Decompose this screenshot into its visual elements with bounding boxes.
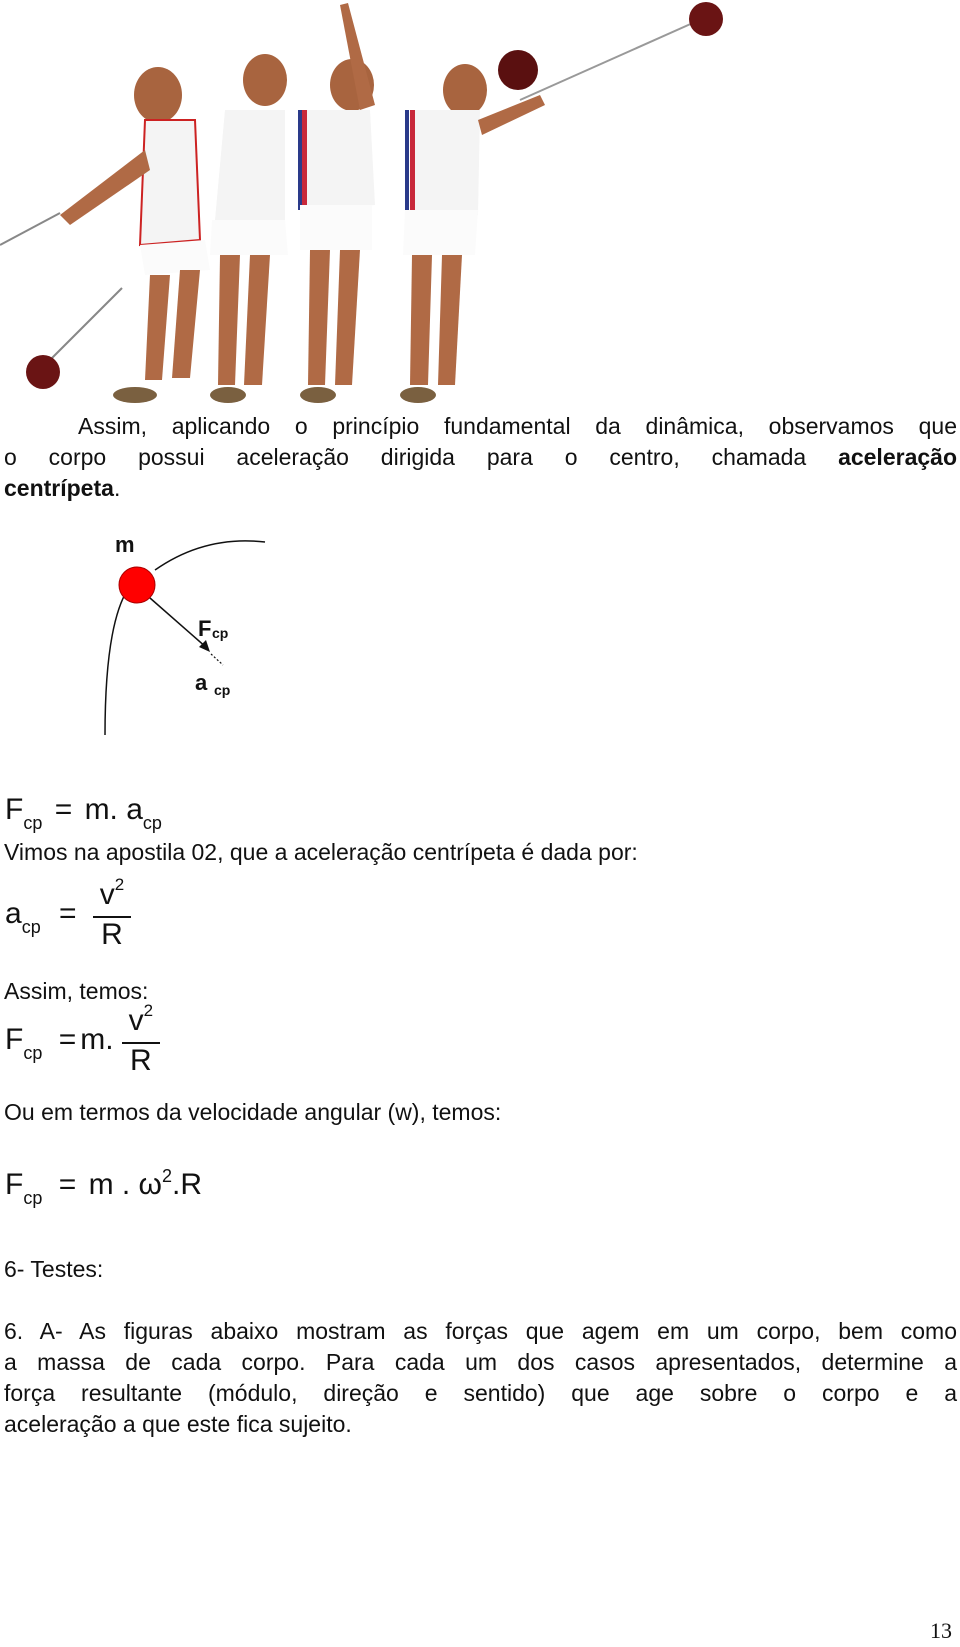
force-subscript: cp	[212, 625, 228, 641]
eq-symbol: a	[5, 896, 22, 930]
hammer-ball	[689, 2, 723, 36]
period: .	[113, 475, 121, 501]
section-heading-testes: 6- Testes:	[4, 1256, 104, 1282]
eq-numerator: v2	[128, 1001, 154, 1037]
eq-fraction: v2 R	[92, 875, 131, 952]
bold-term: aceleração	[838, 444, 957, 470]
equation-centripetal-force-angular: Fcp = m . ω2.R	[5, 1166, 202, 1208]
eq-equals: =	[58, 1168, 77, 1201]
eq-equals: =	[58, 1022, 77, 1056]
accel-label: a	[195, 670, 208, 695]
intro-line-2: o corpo possui aceleração dirigida para …	[4, 442, 957, 473]
athlete-figure	[298, 3, 375, 403]
eq-symbol: F	[5, 1168, 24, 1201]
text-velocidade-angular: Ou em termos da velocidade angular (w), …	[4, 1099, 502, 1125]
circular-path	[154, 540, 266, 571]
eq-subscript: cp	[21, 916, 41, 937]
hammer-throw-photo	[0, 2, 723, 403]
eq-equals: =	[59, 896, 77, 930]
question-line-4: aceleração a que este fica sujeito.	[4, 1411, 352, 1437]
eq-denominator: R	[130, 1044, 152, 1077]
eq-subscript: cp	[23, 813, 43, 833]
intro-line-3: centrípeta.	[4, 473, 120, 504]
hammer-ball	[498, 50, 538, 90]
eq-superscript: 2	[161, 1166, 172, 1186]
athlete-figure	[210, 54, 288, 403]
centripetal-diagram: m F cp a cp	[104, 532, 266, 736]
equation-centripetal-force-velocity: Fcp = m. v2 R	[5, 1001, 160, 1078]
bold-term: centrípeta	[4, 475, 114, 501]
eq-fraction: v2 R	[121, 1001, 160, 1078]
athlete-figure	[400, 64, 545, 403]
eq-subscript: cp	[142, 813, 162, 833]
eq-equals: =	[54, 793, 73, 826]
eq-symbol: .R	[172, 1168, 202, 1201]
question-line-3: força resultante (módulo, direção e sent…	[4, 1380, 957, 1406]
accel-dotted-line	[210, 653, 224, 666]
accel-subscript: cp	[214, 682, 230, 698]
eq-numerator: v2	[99, 875, 125, 911]
eq-symbol: F	[5, 793, 24, 826]
eq-denominator: R	[101, 918, 123, 951]
eq-symbol: m . ω	[88, 1168, 162, 1201]
equation-newton-centripetal: Fcp = m. acp	[5, 793, 162, 833]
eq-symbol: m. a	[84, 793, 143, 826]
text-vimos: Vimos na apostila 02, que a aceleração c…	[4, 839, 638, 865]
question-line-2: a massa de cada corpo. Para cada um dos …	[4, 1349, 957, 1375]
intro-line-1-text: Assim, aplicando o princípio fundamental…	[78, 413, 957, 439]
mass-ball	[118, 566, 156, 604]
eq-subscript: cp	[23, 1188, 43, 1208]
eq-symbol: F	[5, 1022, 24, 1056]
intro-line-1: Assim, aplicando o princípio fundamental…	[4, 411, 957, 442]
intro-line-2-text: o corpo possui aceleração dirigida para …	[4, 444, 839, 470]
athlete-figure	[60, 67, 210, 403]
text-assim-temos: Assim, temos:	[4, 978, 149, 1004]
circular-path	[104, 579, 136, 736]
hammer-ball	[26, 355, 60, 389]
question-line-1: 6. A- As figuras abaixo mostram as força…	[4, 1318, 957, 1344]
equation-centripetal-acceleration: acp = v2 R	[5, 875, 131, 952]
mass-label: m	[115, 532, 135, 557]
page-number: 13	[930, 1618, 952, 1643]
force-label: F	[198, 616, 211, 641]
eq-subscript: cp	[23, 1042, 43, 1063]
eq-symbol: m.	[80, 1022, 114, 1056]
